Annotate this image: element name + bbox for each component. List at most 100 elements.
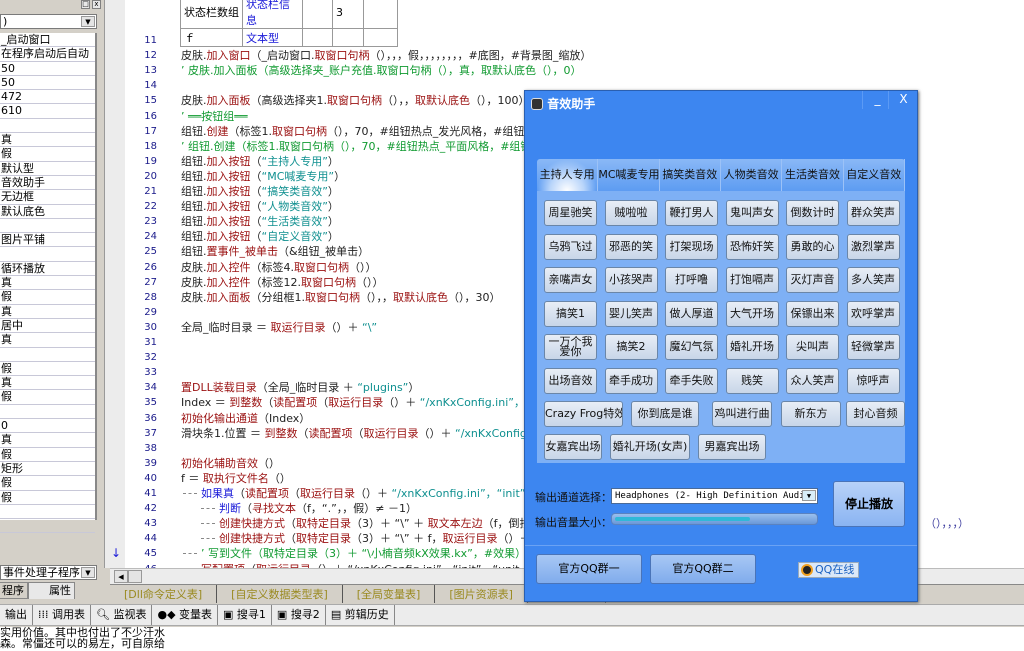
toolbar-search-button[interactable]: ▣ 搜寻2 xyxy=(272,605,326,625)
table-cell[interactable] xyxy=(303,0,333,29)
sound-button[interactable]: 鬼叫声女 xyxy=(726,200,779,226)
toolbar-magnifier-button[interactable]: 🔍︎ 监视表 xyxy=(91,605,152,625)
category-tab[interactable]: 自定义音效 xyxy=(844,159,905,191)
property-value[interactable]: 真 xyxy=(0,276,95,290)
property-value[interactable]: 在程序启动后自动 xyxy=(0,47,95,61)
table-cell[interactable] xyxy=(364,0,398,29)
sound-button[interactable]: 鸡叫进行曲 xyxy=(712,401,772,427)
property-value[interactable]: 50 xyxy=(0,76,95,90)
property-value[interactable]: 假 xyxy=(0,476,95,490)
table-cell[interactable]: ｆ xyxy=(181,29,243,47)
property-value[interactable]: 假 xyxy=(0,362,95,376)
category-tab[interactable]: 搞笑类音效 xyxy=(660,159,721,191)
property-value[interactable]: 图片平铺 xyxy=(0,233,95,247)
qq-online-button[interactable]: QQ在线 xyxy=(798,562,859,578)
event-selector[interactable]: 事件处理子程序▼ xyxy=(0,565,97,580)
property-value[interactable]: 真 xyxy=(0,333,95,347)
table-cell[interactable]: 文本型 xyxy=(243,29,303,47)
chevron-down-icon[interactable]: ▼ xyxy=(81,567,95,578)
sound-button[interactable]: 大气开场 xyxy=(726,301,779,327)
object-selector[interactable]: )▼ xyxy=(0,14,97,29)
sound-button[interactable]: 乌鸦飞过 xyxy=(544,234,597,260)
property-value[interactable]: _启动窗口 xyxy=(0,33,95,47)
property-value[interactable]: 假 xyxy=(0,448,95,462)
scroll-thumb[interactable] xyxy=(128,570,142,583)
editor-tab[interactable]: [自定义数据类型表] xyxy=(217,585,343,603)
sound-button[interactable]: 打架现场 xyxy=(665,234,718,260)
sound-button[interactable]: 贼啦啦 xyxy=(605,200,658,226)
channel-select[interactable]: Headphones (2- High Definition Audio▼ xyxy=(611,488,818,504)
dialog-title-bar[interactable]: 音效助手 xyxy=(531,95,595,112)
chevron-down-icon[interactable]: ▼ xyxy=(802,490,816,501)
category-tab[interactable]: 主持人专用 xyxy=(537,159,598,191)
volume-slider[interactable] xyxy=(611,513,818,525)
qq-group-2-button[interactable]: 官方QQ群二 xyxy=(650,554,756,584)
property-value[interactable]: 假 xyxy=(0,147,95,161)
property-value[interactable]: 假 xyxy=(0,290,95,304)
toolbar-search-button[interactable]: ▣ 搜寻1 xyxy=(218,605,272,625)
sound-button[interactable]: 保镖出来 xyxy=(786,301,839,327)
property-value[interactable] xyxy=(0,519,95,533)
property-value[interactable]: 真 xyxy=(0,133,95,147)
sound-button[interactable]: 众人笑声 xyxy=(786,368,839,394)
property-value[interactable]: 音效助手 xyxy=(0,176,95,190)
property-value[interactable]: 假 xyxy=(0,491,95,505)
property-value[interactable] xyxy=(0,219,95,233)
property-value[interactable]: 0 xyxy=(0,419,95,433)
table-cell[interactable] xyxy=(303,29,333,47)
sound-button[interactable]: 出场音效 xyxy=(544,368,597,394)
category-tab[interactable]: 人物类音效 xyxy=(721,159,782,191)
sound-button[interactable]: 多人笑声 xyxy=(847,267,900,293)
sound-button[interactable]: 魔幻气氛 xyxy=(665,334,718,360)
property-value[interactable] xyxy=(0,505,95,519)
stop-playback-button[interactable]: 停止播放 xyxy=(833,481,905,527)
sound-button[interactable]: 尖叫声 xyxy=(786,334,839,360)
sound-button[interactable]: 牵手失败 xyxy=(665,368,718,394)
sound-button[interactable]: 打饱嗝声 xyxy=(726,267,779,293)
category-tab[interactable]: 生活类音效 xyxy=(782,159,843,191)
table-cell[interactable]: 状态栏数组 xyxy=(181,0,243,29)
sound-button[interactable]: 群众笑声 xyxy=(847,200,900,226)
property-value[interactable]: 真 xyxy=(0,433,95,447)
sound-button[interactable]: 新东方 xyxy=(781,401,841,427)
tab-properties[interactable]: 属性 xyxy=(28,582,75,599)
sound-button[interactable]: 你到底是谁 xyxy=(631,401,699,427)
toolbar-clipboard-button[interactable]: ▤ 剪辑历史 xyxy=(326,605,395,625)
sound-button[interactable]: 勇敢的心 xyxy=(786,234,839,260)
sound-button[interactable]: 婚礼开场(女声) xyxy=(610,434,690,460)
close-icon[interactable]: x xyxy=(92,0,101,9)
property-value[interactable]: 真 xyxy=(0,305,95,319)
chevron-down-icon[interactable]: ▼ xyxy=(81,16,95,27)
sound-button[interactable]: 欢呼掌声 xyxy=(847,301,900,327)
property-value[interactable]: 假 xyxy=(0,390,95,404)
sound-button[interactable]: 小孩哭声 xyxy=(605,267,658,293)
sound-button[interactable]: 鞭打男人 xyxy=(665,200,718,226)
tab-program[interactable]: 程序 xyxy=(0,582,28,599)
sound-button[interactable]: 贱笑 xyxy=(726,368,779,394)
property-value[interactable]: 矩形 xyxy=(0,462,95,476)
toolbar-output-button[interactable]: 输出 xyxy=(0,605,33,625)
maximize-icon[interactable]: □ xyxy=(81,0,90,9)
sound-button[interactable]: 男嘉宾出场 xyxy=(698,434,766,460)
sound-button[interactable]: 封心音频 xyxy=(846,401,905,427)
sound-button[interactable]: 婚礼开场 xyxy=(726,334,779,360)
toolbar-variable-button[interactable]: ●◆ 变量表 xyxy=(152,605,218,625)
property-value[interactable] xyxy=(0,405,95,419)
output-pane[interactable]: 实用价值。其中也付出了不少汗水 森。常僵还可以的易左，可自原给 xyxy=(0,627,1024,651)
sound-button[interactable]: 灭灯声音 xyxy=(786,267,839,293)
category-tab[interactable]: MC喊麦专用 xyxy=(598,159,659,191)
sound-button[interactable]: 亲嘴声女 xyxy=(544,267,597,293)
editor-tab[interactable]: [全局变量表] xyxy=(343,585,436,603)
sound-button[interactable]: 搞笑2 xyxy=(605,334,658,360)
table-cell[interactable] xyxy=(364,29,398,47)
editor-tab[interactable]: [图片资源表] xyxy=(435,585,528,603)
sound-button[interactable]: 邪恶的笑 xyxy=(605,234,658,260)
sound-button[interactable]: 轻微掌声 xyxy=(847,334,900,360)
sound-button[interactable]: 做人厚道 xyxy=(665,301,718,327)
scroll-left-icon[interactable]: ◀ xyxy=(114,570,128,583)
property-value[interactable] xyxy=(0,119,95,133)
sound-button[interactable]: Crazy Frog特效 xyxy=(544,401,623,427)
sound-button[interactable]: 牵手成功 xyxy=(605,368,658,394)
property-value[interactable]: 真 xyxy=(0,376,95,390)
toolbar-grid-button[interactable]: ⁞⁞⁞ 调用表 xyxy=(33,605,91,625)
